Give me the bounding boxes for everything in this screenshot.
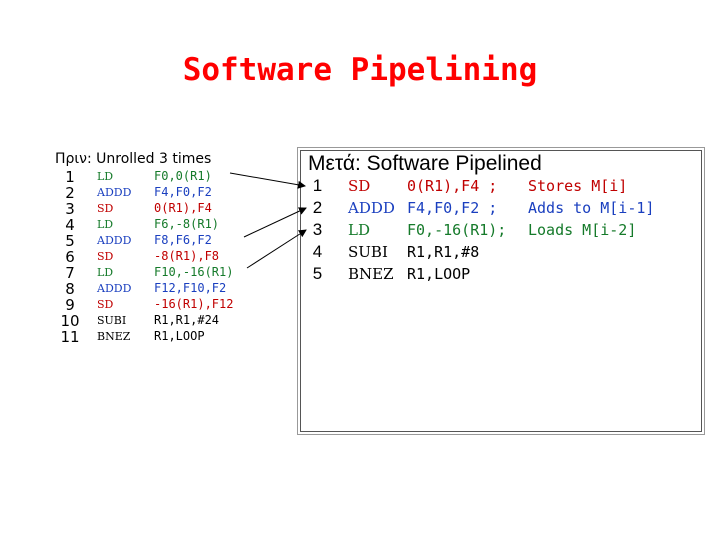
arrow-addd-to-row2 [243, 207, 307, 238]
arrow-sd-to-row1 [229, 172, 306, 189]
mapping-arrows [229, 172, 307, 269]
arrow-ld-to-row3 [246, 229, 307, 269]
